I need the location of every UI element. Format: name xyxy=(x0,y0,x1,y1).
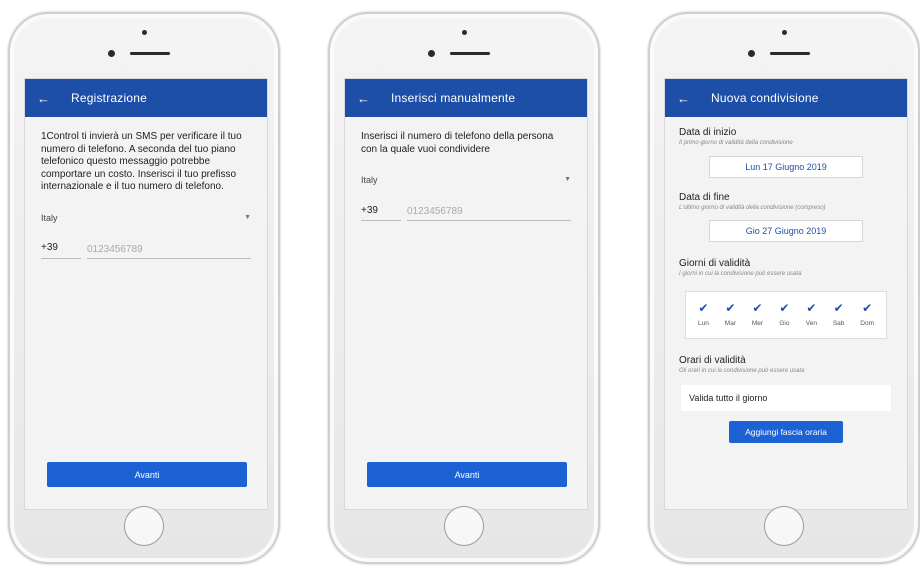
app-bar: ← Nuova condivisione xyxy=(665,79,907,117)
caret-down-icon: ▼ xyxy=(244,213,251,221)
checkmark-icon[interactable]: ✔ xyxy=(725,302,736,314)
end-date-label: Data di fine xyxy=(679,191,730,203)
home-button[interactable] xyxy=(764,506,804,546)
day-sunday[interactable]: ✔ Dom xyxy=(860,302,874,327)
phone-number-row: +39 xyxy=(41,242,251,259)
phone-number-input[interactable] xyxy=(407,206,571,221)
validity-hours-hint: Gli orari in cui la condivisione può ess… xyxy=(679,367,805,374)
validity-days-hint: I giorni in cui la condivisione può esse… xyxy=(679,271,802,277)
app-bar: ← Inserisci manualmente xyxy=(345,79,587,117)
proximity-sensor xyxy=(108,50,115,57)
proximity-sensor xyxy=(748,50,755,57)
screen-registration: ← Registrazione 1Control ti invierà un S… xyxy=(24,78,268,510)
earpiece-speaker xyxy=(130,52,170,55)
screen-manual-entry: ← Inserisci manualmente Inserisci il num… xyxy=(344,78,588,510)
next-button[interactable]: Avanti xyxy=(367,462,567,487)
all-day-option[interactable]: Valida tutto il giorno xyxy=(681,385,891,411)
next-button[interactable]: Avanti xyxy=(47,462,247,487)
earpiece-speaker xyxy=(770,52,810,55)
sms-description: 1Control ti invierà un SMS per verificar… xyxy=(41,131,242,192)
add-time-slot-button[interactable]: Aggiungi fascia oraria xyxy=(729,421,843,443)
phone-frame-3: ← Nuova condivisione Data di inizio Il p… xyxy=(648,12,920,564)
validity-hours-section: Orari di validità Gli orari in cui la co… xyxy=(665,354,907,443)
end-date-picker[interactable]: Gio 27 Giugno 2019 xyxy=(709,220,863,242)
prefix-field[interactable]: +39 xyxy=(361,205,401,221)
end-date-hint: L'ultimo giorno di validità della condiv… xyxy=(679,204,826,211)
arrow-left-icon[interactable]: ← xyxy=(677,91,693,106)
start-date-hint: Il primo giorno di validità della condiv… xyxy=(679,140,793,146)
day-wednesday[interactable]: ✔ Mer xyxy=(752,302,763,327)
phone-number-input[interactable] xyxy=(87,243,251,259)
country-value: Italy xyxy=(361,175,378,185)
checkmark-icon[interactable]: ✔ xyxy=(698,302,709,314)
front-camera xyxy=(782,30,787,35)
screen-new-share: ← Nuova condivisione Data di inizio Il p… xyxy=(664,78,908,510)
country-value: Italy xyxy=(41,212,58,223)
phone-frame-1: ← Registrazione 1Control ti invierà un S… xyxy=(8,12,280,564)
checkmark-icon[interactable]: ✔ xyxy=(752,302,763,314)
country-select[interactable]: Italy ▼ xyxy=(361,174,571,187)
arrow-left-icon[interactable]: ← xyxy=(37,91,53,106)
start-date-label: Data di inizio xyxy=(679,127,737,138)
manual-entry-description: Inserisci il numero di telefono della pe… xyxy=(361,131,554,155)
checkmark-icon[interactable]: ✔ xyxy=(806,302,817,314)
weekday-checkboxes: ✔ Lun ✔ Mar ✔ Mer ✔ Gio ✔ Ven ✔ Sab ✔ Do… xyxy=(685,290,887,339)
checkmark-icon[interactable]: ✔ xyxy=(779,302,790,314)
earpiece-speaker xyxy=(450,52,490,55)
country-select[interactable]: Italy ▼ xyxy=(41,212,251,225)
front-camera xyxy=(462,30,467,35)
checkmark-icon[interactable]: ✔ xyxy=(862,302,873,314)
proximity-sensor xyxy=(428,50,435,57)
page-title: Registrazione xyxy=(71,91,147,105)
arrow-left-icon[interactable]: ← xyxy=(357,91,373,106)
home-button[interactable] xyxy=(124,506,164,546)
home-button[interactable] xyxy=(444,506,484,546)
start-date-picker[interactable]: Lun 17 Giugno 2019 xyxy=(709,155,863,178)
validity-days-section: Giorni di validità I giorni in cui la co… xyxy=(665,258,907,339)
checkmark-icon[interactable]: ✔ xyxy=(833,302,844,314)
day-saturday[interactable]: ✔ Sab xyxy=(833,302,845,327)
start-date-section: Data di inizio Il primo giorno di validi… xyxy=(665,127,907,178)
page-title: Inserisci manualmente xyxy=(391,91,516,105)
end-date-section: Data di fine L'ultimo giorno di validità… xyxy=(665,191,907,242)
page-title: Nuova condivisione xyxy=(711,91,819,105)
phone-frame-2: ← Inserisci manualmente Inserisci il num… xyxy=(328,12,600,564)
day-friday[interactable]: ✔ Ven xyxy=(806,302,817,327)
day-monday[interactable]: ✔ Lun xyxy=(698,302,709,327)
phone-number-row: +39 xyxy=(361,205,571,221)
app-bar: ← Registrazione xyxy=(25,79,267,117)
validity-hours-label: Orari di validità xyxy=(679,354,746,366)
front-camera xyxy=(142,30,147,35)
prefix-field[interactable]: +39 xyxy=(41,242,81,259)
validity-days-label: Giorni di validità xyxy=(679,258,751,269)
caret-down-icon: ▼ xyxy=(564,176,571,183)
day-tuesday[interactable]: ✔ Mar xyxy=(725,302,736,327)
day-thursday[interactable]: ✔ Gio xyxy=(779,302,790,327)
